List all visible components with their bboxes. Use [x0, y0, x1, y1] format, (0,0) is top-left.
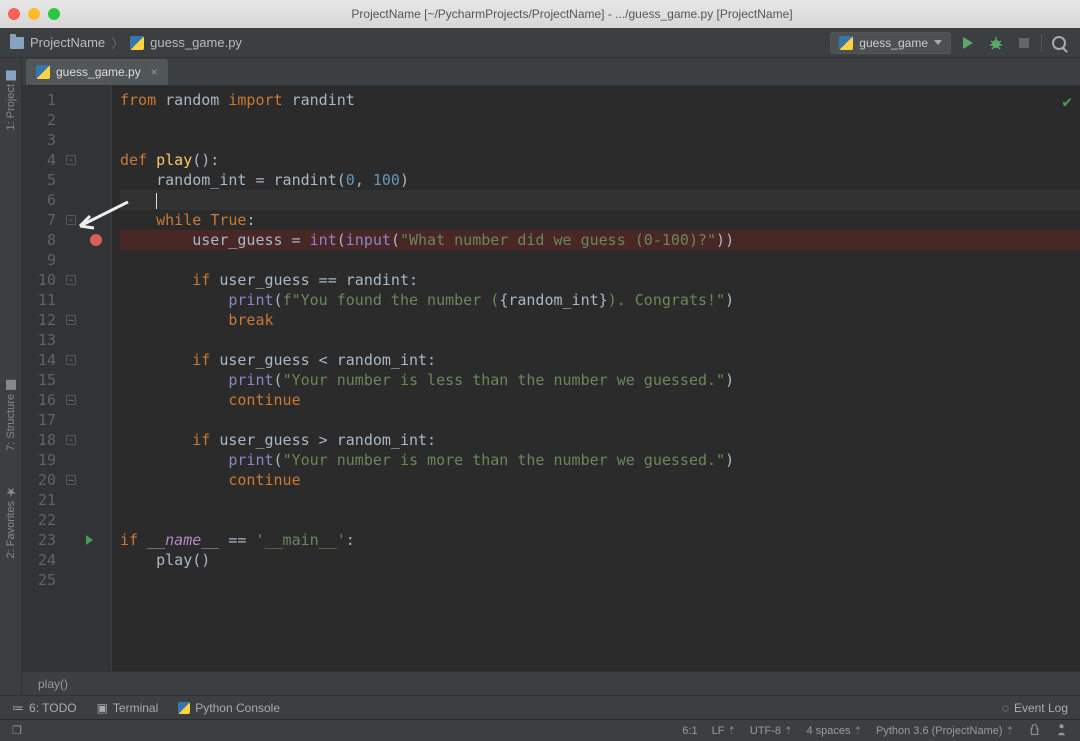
fold-toggle-icon[interactable]: –: [66, 315, 76, 325]
python-file-icon: [130, 36, 144, 50]
favorites-tool-tab[interactable]: 2: Favorites: [3, 479, 19, 566]
code-line[interactable]: [120, 130, 1080, 150]
zoom-window-button[interactable]: [48, 8, 60, 20]
code-line[interactable]: continue: [120, 470, 1080, 490]
window-title: ProjectName [~/PycharmProjects/ProjectNa…: [72, 7, 1072, 21]
breadcrumb-root: ProjectName: [30, 35, 105, 50]
event-log-tool-tab[interactable]: ◌Event Log: [1002, 701, 1068, 715]
code-line[interactable]: [120, 490, 1080, 510]
code-line[interactable]: from random import randint: [120, 90, 1080, 110]
code-line[interactable]: if user_guess < random_int:: [120, 350, 1080, 370]
code-line[interactable]: [120, 190, 1080, 210]
line-number-gutter[interactable]: 1234567891011121314151617181920212223242…: [22, 86, 62, 671]
run-config-name: guess_game: [859, 36, 928, 50]
bug-icon: [988, 35, 1004, 51]
star-icon: [6, 487, 16, 497]
bottom-tool-strip: ≔6: TODO ▣Terminal Python Console ◌Event…: [0, 695, 1080, 719]
status-encoding[interactable]: UTF-8 ⇡: [750, 725, 793, 737]
fold-toggle-icon[interactable]: -: [66, 355, 76, 365]
close-tab-icon[interactable]: ×: [151, 65, 158, 79]
status-indent[interactable]: 4 spaces ⇡: [807, 725, 862, 737]
status-bar: ❐ 6:1 LF ⇡ UTF-8 ⇡ 4 spaces ⇡ Python 3.6…: [0, 719, 1080, 741]
terminal-tool-tab[interactable]: ▣Terminal: [97, 701, 159, 715]
code-line[interactable]: [120, 570, 1080, 590]
play-icon: [963, 37, 973, 49]
terminal-icon: ▣: [97, 701, 108, 715]
gutter-markers[interactable]: - - - – - – - –: [62, 86, 112, 671]
editor-breadcrumbs[interactable]: play(): [22, 671, 1080, 695]
todo-tool-tab[interactable]: ≔6: TODO: [12, 701, 77, 715]
run-gutter-icon[interactable]: [86, 535, 93, 545]
project-tool-tab[interactable]: 1: Project: [3, 62, 19, 138]
status-line-separator[interactable]: LF ⇡: [712, 725, 736, 737]
search-everywhere-button[interactable]: [1048, 32, 1070, 54]
status-caret-pos[interactable]: 6:1: [682, 725, 697, 737]
close-window-button[interactable]: [8, 8, 20, 20]
run-button[interactable]: [957, 32, 979, 54]
code-line[interactable]: play(): [120, 550, 1080, 570]
breakpoint-marker[interactable]: [90, 234, 102, 246]
code-line[interactable]: [120, 250, 1080, 270]
stop-button[interactable]: [1013, 32, 1035, 54]
debug-button[interactable]: [985, 32, 1007, 54]
run-configuration-dropdown[interactable]: guess_game: [830, 32, 951, 54]
structure-tool-tab[interactable]: 7: Structure: [3, 372, 19, 459]
python-console-tool-tab[interactable]: Python Console: [178, 701, 280, 715]
window-traffic-lights: [8, 8, 60, 20]
code-line[interactable]: [120, 510, 1080, 530]
breadcrumb-file: guess_game.py: [150, 35, 242, 50]
code-line[interactable]: print(f"You found the number ({random_in…: [120, 290, 1080, 310]
code-line[interactable]: continue: [120, 390, 1080, 410]
fold-toggle-icon[interactable]: -: [66, 215, 76, 225]
python-file-icon: [839, 36, 853, 50]
bubble-icon: ◌: [1002, 701, 1009, 715]
code-line[interactable]: if __name__ == '__main__':: [120, 530, 1080, 550]
code-line[interactable]: [120, 410, 1080, 430]
fold-toggle-icon[interactable]: –: [66, 395, 76, 405]
left-tool-strip: 1: Project 7: Structure 2: Favorites: [0, 58, 22, 695]
code-line[interactable]: random_int = randint(0, 100): [120, 170, 1080, 190]
chevron-down-icon: [934, 40, 942, 45]
tool-windows-toggle-icon[interactable]: ❐: [12, 724, 22, 737]
search-icon: [1052, 36, 1066, 50]
list-icon: ≔: [12, 701, 24, 715]
folder-icon: [10, 37, 24, 49]
code-line[interactable]: print("Your number is less than the numb…: [120, 370, 1080, 390]
python-icon: [178, 702, 190, 714]
breadcrumb[interactable]: ProjectName 〉 guess_game.py: [10, 33, 242, 52]
navigation-bar: ProjectName 〉 guess_game.py guess_game: [0, 28, 1080, 58]
code-editor[interactable]: 1234567891011121314151617181920212223242…: [22, 86, 1080, 671]
code-line[interactable]: def play():: [120, 150, 1080, 170]
code-line[interactable]: [120, 110, 1080, 130]
code-line[interactable]: user_guess = int(input("What number did …: [120, 230, 1080, 250]
code-content[interactable]: ✔ from random import randintdef play(): …: [112, 86, 1080, 671]
code-line[interactable]: break: [120, 310, 1080, 330]
fold-toggle-icon[interactable]: –: [66, 475, 76, 485]
structure-icon: [6, 380, 16, 390]
code-line[interactable]: [120, 330, 1080, 350]
folder-icon: [6, 70, 16, 80]
code-line[interactable]: print("Your number is more than the numb…: [120, 450, 1080, 470]
inspector-icon[interactable]: [1055, 723, 1068, 739]
titlebar: ProjectName [~/PycharmProjects/ProjectNa…: [0, 0, 1080, 28]
status-sdk[interactable]: Python 3.6 (ProjectName) ⇡: [876, 725, 1014, 737]
editor-tabs: guess_game.py ×: [22, 58, 1080, 86]
breadcrumb-separator: 〉: [111, 33, 124, 52]
minimize-window-button[interactable]: [28, 8, 40, 20]
stop-icon: [1019, 38, 1029, 48]
crumb-function: play(): [38, 677, 68, 691]
editor-area: guess_game.py × 123456789101112131415161…: [22, 58, 1080, 695]
fold-toggle-icon[interactable]: -: [66, 155, 76, 165]
code-line[interactable]: while True:: [120, 210, 1080, 230]
readonly-lock-icon[interactable]: [1028, 723, 1041, 739]
python-file-icon: [36, 65, 50, 79]
fold-toggle-icon[interactable]: -: [66, 435, 76, 445]
editor-tab-active[interactable]: guess_game.py ×: [26, 59, 168, 85]
code-line[interactable]: if user_guess == randint:: [120, 270, 1080, 290]
fold-toggle-icon[interactable]: -: [66, 275, 76, 285]
tab-label: guess_game.py: [56, 65, 141, 79]
code-line[interactable]: if user_guess > random_int:: [120, 430, 1080, 450]
